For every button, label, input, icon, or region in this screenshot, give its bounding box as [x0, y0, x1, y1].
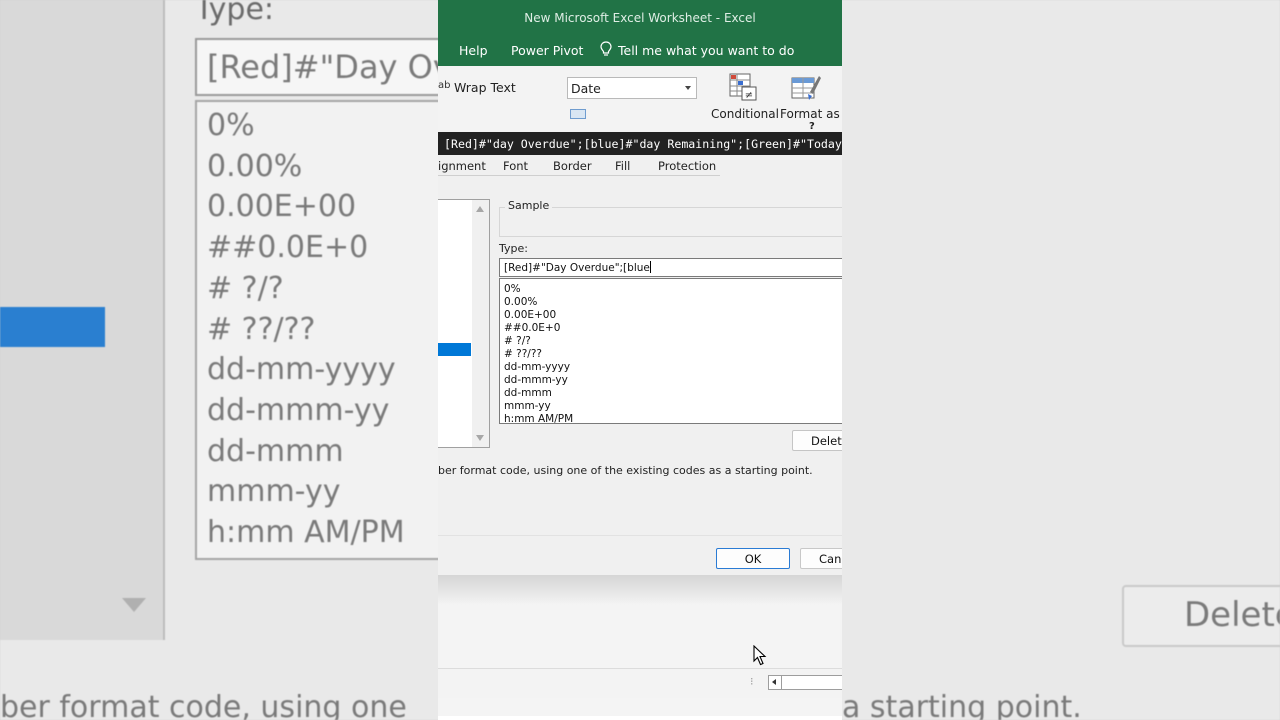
ribbon: ab Wrap Text Date ≠ Conditional Format a… [438, 66, 842, 132]
wrap-text-icon: ab [438, 80, 451, 91]
format-as-label: Format as [780, 107, 840, 121]
category-list[interactable] [438, 199, 490, 448]
format-cells-dialog: ignment Font Border Fill Protection Samp… [438, 155, 842, 575]
tab-divider [438, 175, 720, 176]
type-input-value: [Red]#"Day Overdue";[blue [504, 262, 650, 274]
text-cursor [649, 261, 651, 273]
format-list-item: # ?/? [207, 270, 284, 306]
bg-type-label: Type: [195, 0, 275, 27]
tab-border[interactable]: Border [553, 159, 592, 173]
cancel-button[interactable]: Cancel [800, 548, 842, 569]
tab-help[interactable]: Help [459, 43, 488, 58]
tell-me-search[interactable]: Tell me what you want to do [618, 43, 794, 58]
mouse-pointer-icon [753, 645, 767, 666]
format-list-item[interactable]: 0.00E+00 [504, 309, 842, 322]
scroll-left-icon[interactable] [772, 679, 776, 685]
tab-protection[interactable]: Protection [658, 159, 716, 173]
bg-type-input: [Red]#"Day Overdue";[blue [195, 38, 455, 96]
format-list-item[interactable]: dd-mmm [504, 387, 842, 400]
scroll-down-icon[interactable] [476, 435, 484, 441]
format-list-item: h:mm AM/PM [207, 515, 405, 551]
tab-power-pivot[interactable]: Power Pivot [511, 43, 583, 58]
svg-text:≠: ≠ [745, 90, 753, 101]
category-selected-item[interactable] [438, 343, 471, 356]
sample-label: Sample [505, 199, 553, 212]
dialog-shadow [438, 575, 842, 605]
bg-category-selection [0, 307, 105, 347]
format-list-item: 0% [207, 108, 255, 143]
dialog-button-bar: OK Cancel [438, 535, 842, 575]
ok-button[interactable]: OK [716, 548, 790, 569]
category-scrollbar[interactable] [472, 200, 489, 447]
format-list-item[interactable]: # ??/?? [504, 348, 842, 361]
delete-button[interactable]: Delete [792, 430, 842, 451]
conditional-formatting-label: Conditional [711, 107, 779, 121]
tab-fill[interactable]: Fill [615, 159, 630, 173]
wrap-text-button[interactable]: Wrap Text [454, 80, 516, 95]
scrollbar-separator [781, 676, 782, 689]
horizontal-scrollbar[interactable] [768, 675, 842, 690]
format-list-item: 0.00E+00 [207, 189, 357, 225]
help-question: ? [809, 121, 815, 132]
window-title: New Microsoft Excel Worksheet - Excel [438, 0, 842, 34]
format-list-item[interactable]: 0% [504, 283, 842, 296]
format-as-table-icon[interactable] [790, 72, 822, 104]
bg-delete-button: Delete [1122, 585, 1280, 647]
number-format-value: Date [571, 81, 601, 96]
splitter-handle[interactable]: ⁝ [750, 675, 754, 688]
hint-text: ber format code, using one of the existi… [438, 464, 813, 477]
format-list-item[interactable]: # ?/? [504, 335, 842, 348]
bottom-edge [438, 716, 842, 720]
format-list-item[interactable]: ##0.0E+0 [504, 322, 842, 335]
format-list-item[interactable]: dd-mm-yyyy [504, 361, 842, 374]
format-list-item[interactable]: h:mm AM/PM [504, 413, 842, 426]
tab-alignment[interactable]: ignment [438, 159, 486, 173]
format-list-item: mmm-yy [207, 474, 341, 510]
format-list-item: # ??/?? [207, 311, 316, 347]
format-list-item: dd-mm-yyyy [207, 352, 396, 388]
excel-window: New Microsoft Excel Worksheet - Excel He… [438, 0, 842, 720]
format-list-item[interactable]: 0.00% [504, 296, 842, 309]
format-list-item: ##0.0E+0 [207, 230, 369, 266]
bg-scroll-down-icon [122, 598, 146, 612]
format-list-item[interactable]: mmm-yy [504, 400, 842, 413]
number-format-dropdown[interactable]: Date [567, 77, 697, 99]
format-list-item: 0.00% [207, 148, 303, 184]
status-bar: ⁝ [438, 668, 842, 698]
format-code-list[interactable]: 0% 0.00% 0.00E+00 ##0.0E+0 # ?/? # ??/?? dd-mm… [499, 278, 842, 426]
conditional-formatting-icon[interactable]: ≠ [728, 72, 758, 102]
merge-center-icon[interactable] [570, 109, 586, 119]
format-list-item: dd-mmm [207, 433, 344, 469]
ribbon-tabs: Help Power Pivot Tell me what you want t… [438, 34, 842, 66]
type-input[interactable]: [Red]#"Day Overdue";[blue [499, 258, 842, 277]
bg-hint-left: ber format code, using one [0, 690, 407, 720]
scroll-up-icon[interactable] [476, 206, 484, 212]
format-list-item: dd-mmm-yy [207, 392, 390, 428]
type-label: Type: [499, 242, 528, 255]
lightbulb-icon [600, 41, 612, 56]
bg-format-list: 0% 0.00% 0.00E+00 ##0.0E+0 # ?/? # ??/?? dd-mm… [195, 100, 455, 560]
bg-hint-right: a starting point. [842, 690, 1082, 720]
tab-font[interactable]: Font [503, 159, 528, 173]
chevron-down-icon [685, 86, 691, 90]
sheet-area: ⁝ [438, 575, 842, 720]
format-list-item[interactable]: dd-mmm-yy [504, 374, 842, 387]
caption-overlay: [Red]#"day Overdue";[blue]#"day Remainin… [438, 132, 842, 155]
